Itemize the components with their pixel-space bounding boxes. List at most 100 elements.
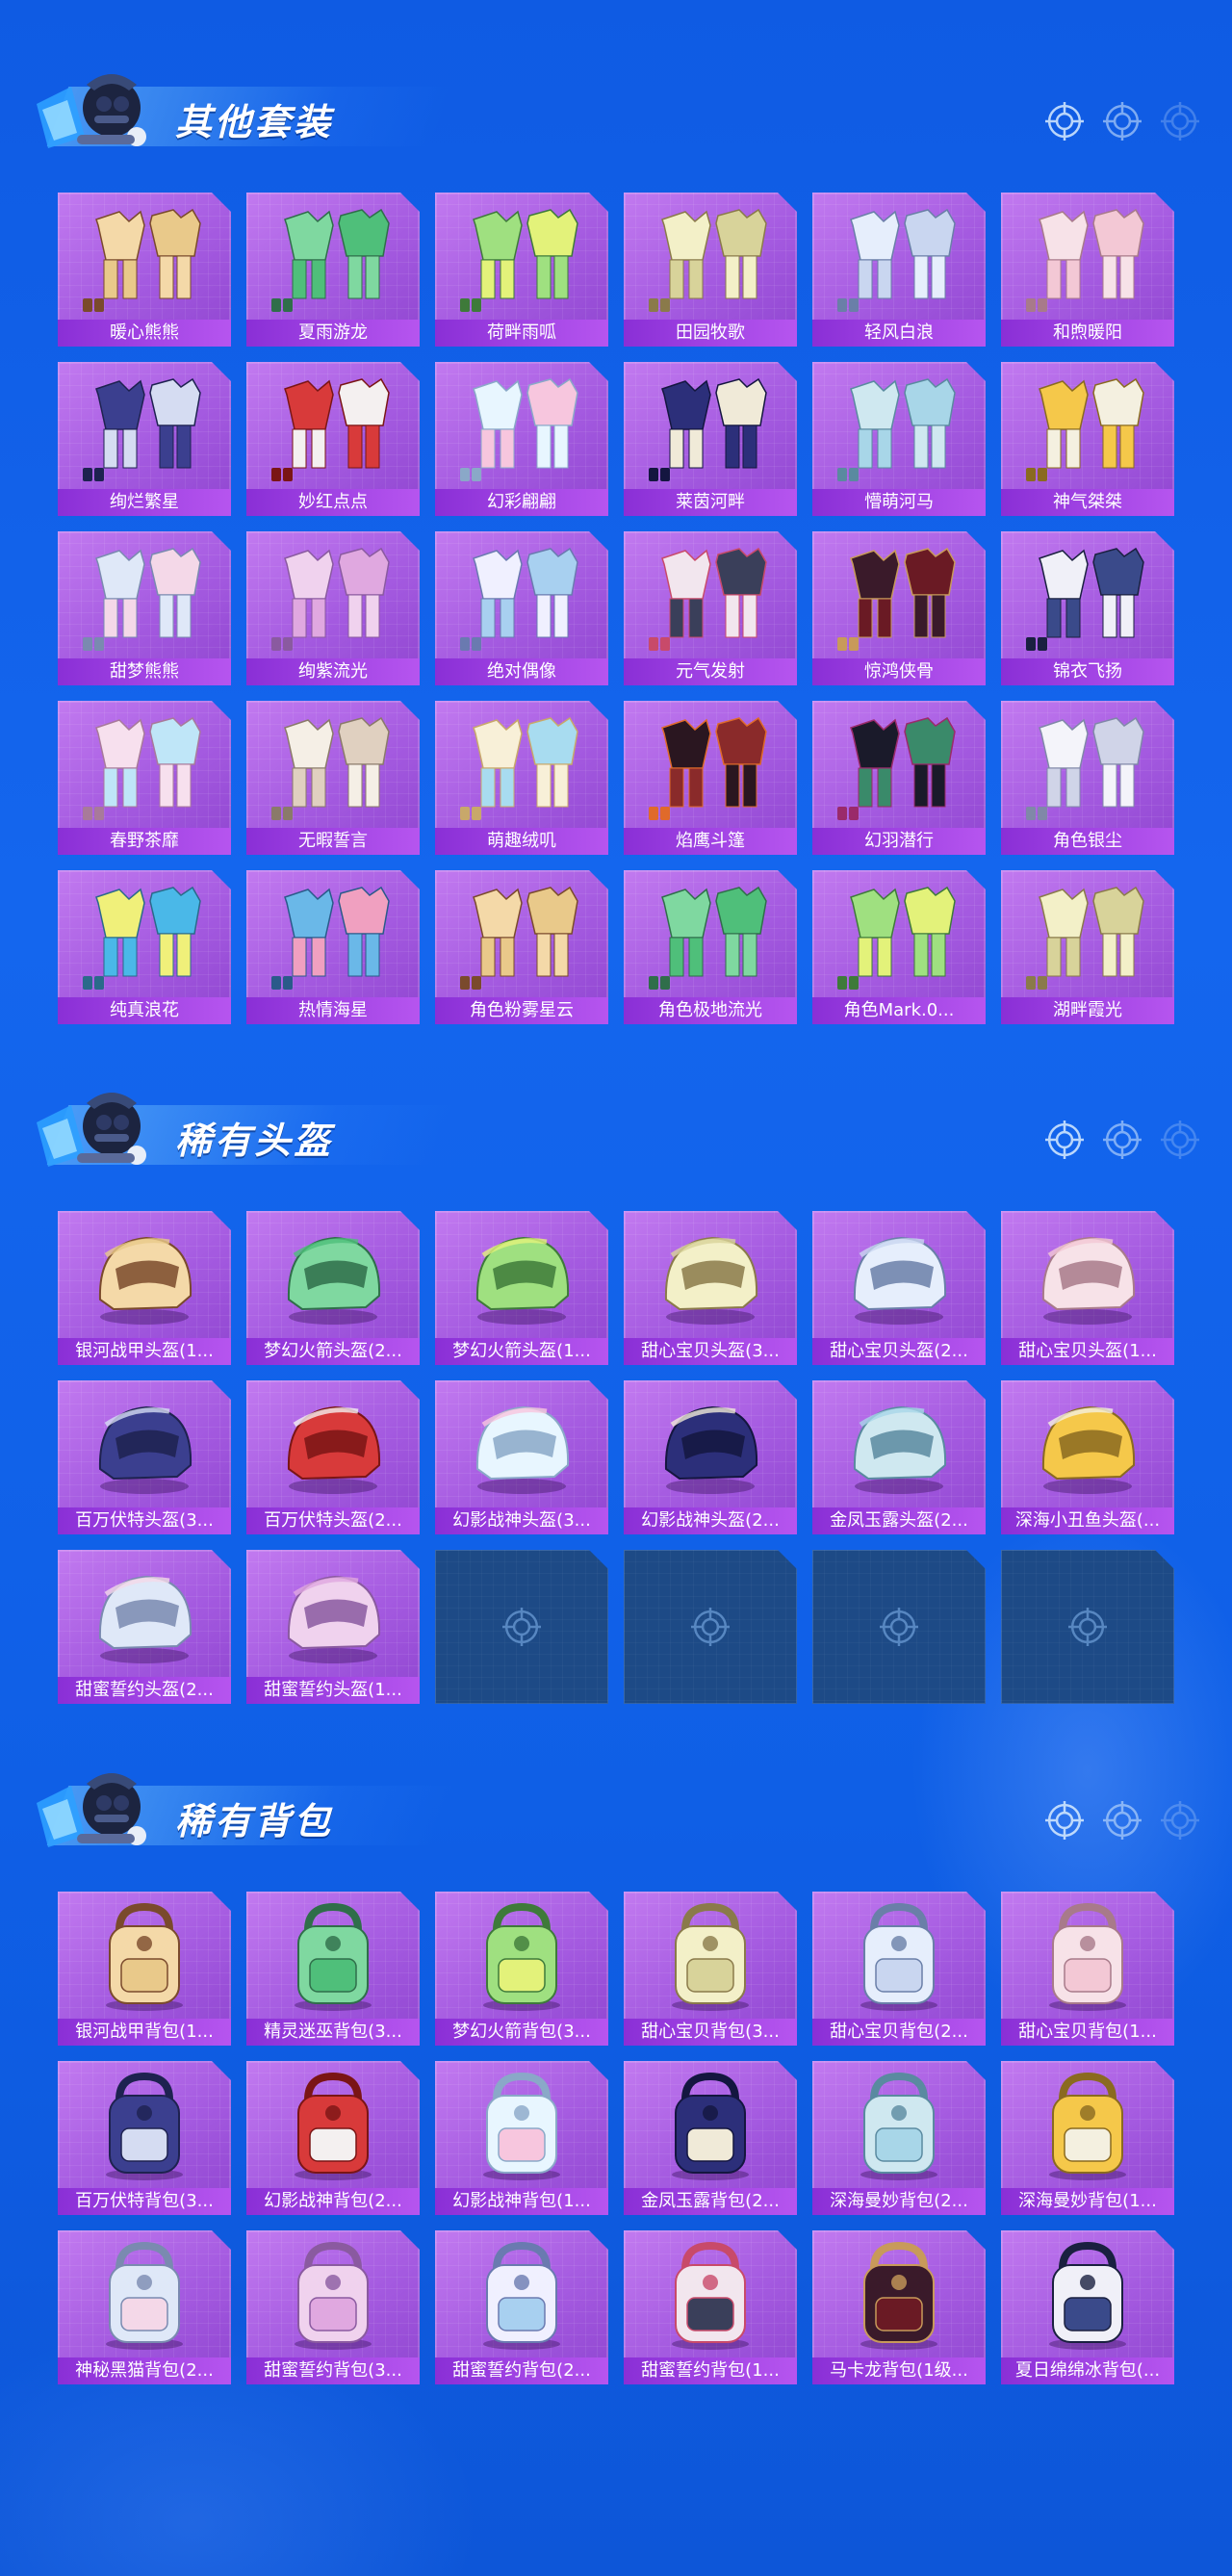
outfit-image [266, 372, 400, 485]
outfit-card[interactable]: 锦衣飞扬 [1001, 531, 1174, 685]
outfit-card[interactable]: 田园牧歌 [624, 193, 797, 347]
backpack-card[interactable]: 马卡龙背包(1级... [812, 2230, 986, 2384]
helmet-card[interactable]: 甜心宝贝头盔(3... [624, 1211, 797, 1365]
helmet-card[interactable]: 梦幻火箭头盔(1... [435, 1211, 608, 1365]
backpack-card[interactable]: 夏日绵绵冰背包(... [1001, 2230, 1174, 2384]
helmet-card[interactable]: 金凤玉露头盔(2... [812, 1380, 986, 1534]
outfit-image [832, 710, 966, 824]
backpack-card[interactable]: 梦幻火箭背包(3... [435, 1892, 608, 2046]
outfit-card[interactable]: 角色Mark.0... [812, 870, 986, 1024]
outfit-image [1020, 710, 1155, 824]
backpack-card[interactable]: 甜蜜誓约背包(3... [246, 2230, 420, 2384]
outfit-card[interactable]: 湖畔霞光 [1001, 870, 1174, 1024]
outfit-card[interactable]: 热情海星 [246, 870, 420, 1024]
outfit-card[interactable]: 夏雨游龙 [246, 193, 420, 347]
helmet-card[interactable]: 梦幻火箭头盔(2... [246, 1211, 420, 1365]
backpack-image [77, 2071, 212, 2184]
backpack-card[interactable]: 神秘黑猫背包(2... [58, 2230, 231, 2384]
outfit-name: 暖心熊熊 [58, 320, 231, 347]
backpack-card[interactable]: 深海曼妙背包(1... [1001, 2061, 1174, 2215]
outfit-image [77, 541, 212, 655]
helmet-image [266, 1559, 400, 1673]
outfit-card[interactable]: 角色粉雾星云 [435, 870, 608, 1024]
outfit-image [266, 541, 400, 655]
empty-slot[interactable] [624, 1550, 797, 1704]
helmet-image [832, 1390, 966, 1504]
helmet-card[interactable]: 幻影战神头盔(3... [435, 1380, 608, 1534]
outfit-card[interactable]: 焰鹰斗篷 [624, 701, 797, 855]
outfit-card[interactable]: 春野茶靡 [58, 701, 231, 855]
outfit-card[interactable]: 元气发射 [624, 531, 797, 685]
section-title: 其他套装 [175, 101, 334, 143]
outfit-card[interactable]: 暖心熊熊 [58, 193, 231, 347]
backpack-name: 深海曼妙背包(1... [1001, 2188, 1174, 2215]
outfit-card[interactable]: 角色银尘 [1001, 701, 1174, 855]
target-icon [500, 1606, 543, 1648]
outfit-card[interactable]: 纯真浪花 [58, 870, 231, 1024]
outfit-card[interactable]: 角色极地流光 [624, 870, 797, 1024]
empty-slot[interactable] [435, 1550, 608, 1704]
helmet-card[interactable]: 幻影战神头盔(2... [624, 1380, 797, 1534]
backpack-card[interactable]: 金凤玉露背包(2... [624, 2061, 797, 2215]
empty-slot[interactable] [812, 1550, 986, 1704]
outfit-image [266, 202, 400, 316]
helmet-card[interactable]: 银河战甲头盔(1... [58, 1211, 231, 1365]
outfit-card[interactable]: 妙红点点 [246, 362, 420, 516]
backpack-card[interactable]: 幻影战神背包(2... [246, 2061, 420, 2215]
outfit-card[interactable]: 绝对偶像 [435, 531, 608, 685]
backpack-card[interactable]: 幻影战神背包(1... [435, 2061, 608, 2215]
backpack-name: 甜蜜誓约背包(3... [246, 2357, 420, 2384]
outfit-card[interactable]: 幻羽潜行 [812, 701, 986, 855]
helmet-card[interactable]: 深海小丑鱼头盔(... [1001, 1380, 1174, 1534]
outfit-image [454, 880, 589, 993]
outfit-name: 纯真浪花 [58, 997, 231, 1024]
backpack-card[interactable]: 深海曼妙背包(2... [812, 2061, 986, 2215]
backpack-image [454, 2071, 589, 2184]
helmet-image [77, 1221, 212, 1334]
backpack-card[interactable]: 甜心宝贝背包(1... [1001, 1892, 1174, 2046]
helmet-card[interactable]: 百万伏特头盔(3... [58, 1380, 231, 1534]
backpack-card[interactable]: 甜蜜誓约背包(2... [435, 2230, 608, 2384]
helmet-card[interactable]: 甜蜜誓约头盔(2... [58, 1550, 231, 1704]
outfit-card[interactable]: 萌趣绒叽 [435, 701, 608, 855]
outfit-card[interactable]: 甜梦熊熊 [58, 531, 231, 685]
backpack-card[interactable]: 百万伏特背包(3... [58, 2061, 231, 2215]
backpack-card[interactable]: 甜心宝贝背包(2... [812, 1892, 986, 2046]
helmet-card[interactable]: 甜蜜誓约头盔(1... [246, 1550, 420, 1704]
backpack-image [454, 2240, 589, 2354]
outfit-name: 幻羽潜行 [812, 828, 986, 855]
backpack-card[interactable]: 银河战甲背包(1... [58, 1892, 231, 2046]
outfit-image [266, 710, 400, 824]
empty-slot[interactable] [1001, 1550, 1174, 1704]
outfit-card[interactable]: 幻彩翩翩 [435, 362, 608, 516]
outfit-card[interactable]: 惊鸿侠骨 [812, 531, 986, 685]
backpack-card[interactable]: 甜心宝贝背包(3... [624, 1892, 797, 2046]
outfit-card[interactable]: 轻风白浪 [812, 193, 986, 347]
backpack-image [454, 1901, 589, 2015]
section-header: 稀有背包 [29, 1757, 454, 1863]
helmet-card[interactable]: 甜心宝贝头盔(2... [812, 1211, 986, 1365]
outfit-image [454, 372, 589, 485]
outfit-card[interactable]: 绚紫流光 [246, 531, 420, 685]
outfit-card[interactable]: 绚烂繁星 [58, 362, 231, 516]
backpack-image [643, 1901, 778, 2015]
outfit-card[interactable]: 和煦暖阳 [1001, 193, 1174, 347]
outfit-card[interactable]: 荷畔雨呱 [435, 193, 608, 347]
outfit-name: 角色粉雾星云 [435, 997, 608, 1024]
helmet-name: 百万伏特头盔(3... [58, 1507, 231, 1534]
outfit-card[interactable]: 莱茵河畔 [624, 362, 797, 516]
helmet-name: 甜蜜誓约头盔(1... [246, 1677, 420, 1704]
helmet-name: 甜心宝贝头盔(3... [624, 1338, 797, 1365]
backpack-image [643, 2071, 778, 2184]
outfit-card[interactable]: 懵萌河马 [812, 362, 986, 516]
target-icon [1159, 1799, 1201, 1845]
helmet-card[interactable]: 甜心宝贝头盔(1... [1001, 1211, 1174, 1365]
outfit-image [643, 202, 778, 316]
outfit-card[interactable]: 无暇誓言 [246, 701, 420, 855]
helmet-card[interactable]: 百万伏特头盔(2... [246, 1380, 420, 1534]
outfit-name: 和煦暖阳 [1001, 320, 1174, 347]
backpack-card[interactable]: 精灵迷巫背包(3... [246, 1892, 420, 2046]
outfit-name: 荷畔雨呱 [435, 320, 608, 347]
backpack-card[interactable]: 甜蜜誓约背包(1... [624, 2230, 797, 2384]
outfit-card[interactable]: 神气桀桀 [1001, 362, 1174, 516]
